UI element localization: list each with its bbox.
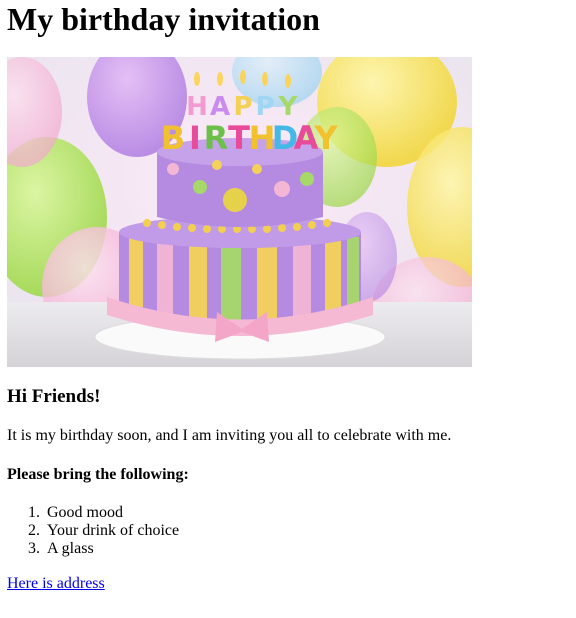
list-item: 1. Good mood <box>7 504 179 522</box>
candle-letter: I <box>189 119 201 157</box>
list-item-text: Good mood <box>47 504 123 521</box>
address-link[interactable]: Here is address <box>7 574 105 594</box>
birthday-cake-image: H A P P Y B I R T H D A Y <box>7 57 472 367</box>
candle-letter: Y <box>313 119 338 157</box>
invitation-text: It is my birthday soon, and I am invitin… <box>7 427 452 444</box>
bring-list: 1. Good mood 2. Your drink of choice 3. … <box>7 504 179 558</box>
list-item-text: Your drink of choice <box>47 522 180 539</box>
candle-letter: A <box>210 92 230 122</box>
list-item-number: 2. <box>28 522 40 539</box>
candle-letter: P <box>255 92 274 122</box>
candle-letter: T <box>228 119 250 157</box>
candle-letter: H <box>186 92 208 122</box>
greeting-heading: Hi Friends! <box>7 386 101 407</box>
bring-list-heading: Please bring the following: <box>7 466 189 483</box>
candle-letter: R <box>204 119 229 157</box>
list-item-text: A glass <box>47 540 94 557</box>
page-title: My birthday invitation <box>7 1 320 37</box>
list-item-number: 1. <box>28 504 40 521</box>
list-item-number: 3. <box>28 540 40 557</box>
list-item: 3. A glass <box>7 540 179 558</box>
candle-letter: B <box>161 119 185 157</box>
candle-letter: P <box>233 92 252 122</box>
candle-letter: Y <box>278 92 299 122</box>
list-item: 2. Your drink of choice <box>7 522 179 540</box>
